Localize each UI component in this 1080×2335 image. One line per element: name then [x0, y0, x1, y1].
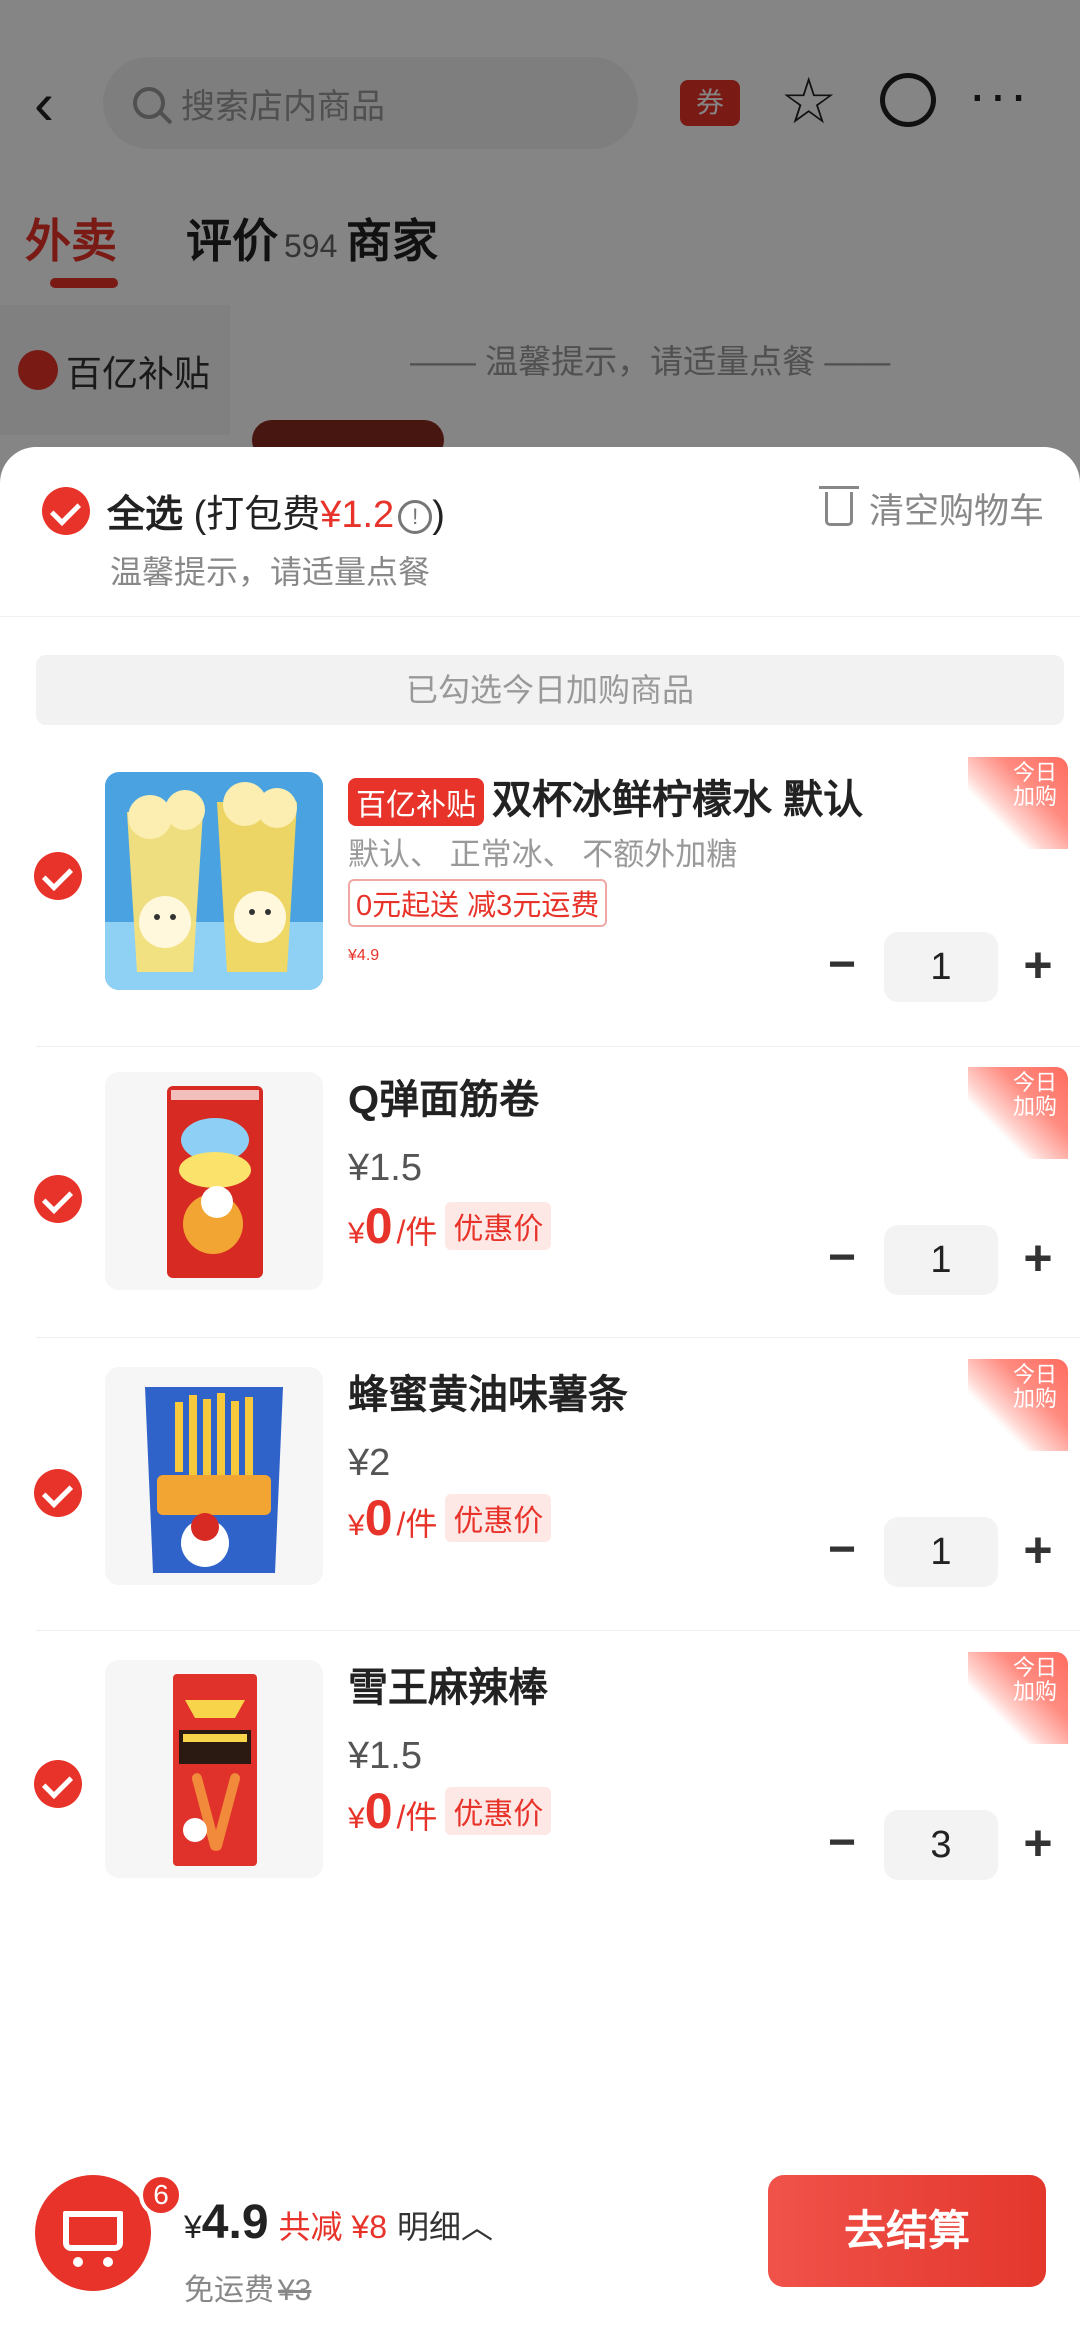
pack-fee-suffix: ): [432, 494, 445, 536]
original-delivery-fee: ¥3: [278, 2274, 312, 2307]
item-price: ¥0/件 优惠价: [348, 1782, 552, 1840]
item-checkbox[interactable]: [34, 1760, 82, 1808]
select-all-label: 全选: [107, 494, 184, 536]
quantity-stepper: − 1 +: [820, 1225, 1060, 1295]
detail-toggle[interactable]: 明细︿: [397, 2209, 493, 2245]
item-price: ¥0/件 优惠价: [348, 1489, 552, 1547]
info-icon[interactable]: !: [398, 499, 433, 534]
cart-item: 百亿补贴 双杯冰鲜柠檬水 默认 默认、 正常冰、 不额外加糖 0元起送 减3元运费…: [0, 757, 1080, 1047]
cart-header: 全选 (打包费¥1.2!) 温馨提示，请适量点餐 清空购物车: [0, 447, 1080, 617]
quantity-value[interactable]: 1: [884, 932, 998, 1002]
select-all-checkbox[interactable]: [42, 487, 90, 535]
cart-button[interactable]: 6: [35, 2173, 183, 2291]
increase-button[interactable]: +: [1016, 1233, 1060, 1283]
delivery-fee: 免运费 ¥3: [184, 2274, 312, 2307]
quantity-value[interactable]: 3: [884, 1810, 998, 1880]
total-amount: 4.9: [201, 2196, 269, 2249]
increase-button[interactable]: +: [1016, 1525, 1060, 1575]
cart-item: 蜂蜜黄油味薯条 ¥2 ¥0/件 优惠价 − 1 + 今日加购: [0, 1337, 1080, 1631]
cart-icon: [63, 2211, 123, 2267]
item-checkbox[interactable]: [34, 1175, 82, 1223]
original-price: ¥1.5: [348, 1147, 422, 1189]
subsidy-tag: 百亿补贴: [348, 778, 484, 827]
checkout-button[interactable]: 去结算: [768, 2175, 1046, 2287]
item-name: 雪王麻辣棒: [348, 1666, 548, 1710]
today-added-badge: 今日加购: [968, 1359, 1068, 1451]
deal-tag: 优惠价: [445, 1787, 552, 1835]
total-row: ¥4.9 共减 ¥8 明细︿: [184, 2195, 493, 2250]
item-promo-tag: 0元起送 减3元运费: [348, 879, 608, 927]
quantity-stepper: − 3 +: [820, 1810, 1060, 1880]
total-currency: ¥: [184, 2209, 202, 2245]
quantity-value[interactable]: 1: [884, 1225, 998, 1295]
item-price: ¥4.9: [348, 947, 380, 964]
section-header: 已勾选今日加购商品: [36, 655, 1064, 725]
cart-item: Q弹面筋卷 ¥1.5 ¥0/件 优惠价 − 1 + 今日加购: [0, 1047, 1080, 1338]
pack-fee-prefix: (打包费: [193, 494, 321, 536]
item-name: 蜂蜜黄油味薯条: [348, 1373, 628, 1417]
product-image-fries[interactable]: [105, 1367, 323, 1585]
original-price: ¥1.5: [348, 1735, 422, 1777]
decrease-button[interactable]: −: [820, 1819, 864, 1870]
select-all-row[interactable]: 全选 (打包费¥1.2!): [107, 483, 445, 538]
cart-tip: 温馨提示，请适量点餐: [110, 554, 431, 590]
cart-sheet: 全选 (打包费¥1.2!) 温馨提示，请适量点餐 清空购物车 已勾选今日加购商品: [0, 447, 1080, 2335]
quantity-stepper: − 1 +: [820, 932, 1060, 1002]
decrease-button[interactable]: −: [820, 941, 864, 992]
deal-tag: 优惠价: [445, 1494, 552, 1542]
total-savings: 共减 ¥8: [278, 2209, 388, 2245]
quantity-stepper: − 1 +: [820, 1517, 1060, 1587]
today-added-badge: 今日加购: [968, 1652, 1068, 1744]
product-image-gluten-roll[interactable]: [105, 1072, 323, 1290]
cart-count-badge: 6: [139, 2173, 183, 2217]
product-image-lemonade[interactable]: [105, 772, 323, 990]
cart-item: 雪王麻辣棒 ¥1.5 ¥0/件 优惠价 − 3 + 今日加购: [0, 1630, 1080, 1920]
item-name: Q弹面筋卷: [348, 1078, 540, 1122]
pack-fee-value: ¥1.2: [320, 494, 395, 536]
item-price: ¥0/件 优惠价: [348, 1197, 552, 1255]
checkout-bar: 6 ¥4.9 共减 ¥8 明细︿ 免运费 ¥3 去结算: [0, 2165, 1080, 2335]
clear-cart-button[interactable]: 清空购物车: [818, 483, 1044, 534]
clear-cart-label: 清空购物车: [868, 492, 1044, 531]
increase-button[interactable]: +: [1016, 1818, 1060, 1868]
trash-icon: [818, 485, 859, 526]
product-image-spicy-stick[interactable]: [105, 1660, 323, 1878]
today-added-badge: 今日加购: [968, 757, 1068, 849]
item-checkbox[interactable]: [34, 852, 82, 900]
decrease-button[interactable]: −: [820, 1526, 864, 1577]
today-added-badge: 今日加购: [968, 1067, 1068, 1159]
deal-tag: 优惠价: [445, 1202, 552, 1250]
item-name: 百亿补贴 双杯冰鲜柠檬水 默认: [348, 767, 863, 827]
decrease-button[interactable]: −: [820, 1234, 864, 1285]
increase-button[interactable]: +: [1016, 940, 1060, 990]
item-checkbox[interactable]: [34, 1469, 82, 1517]
quantity-value[interactable]: 1: [884, 1517, 998, 1587]
original-price: ¥2: [348, 1442, 391, 1484]
item-spec: 默认、 正常冰、 不额外加糖: [348, 837, 738, 872]
